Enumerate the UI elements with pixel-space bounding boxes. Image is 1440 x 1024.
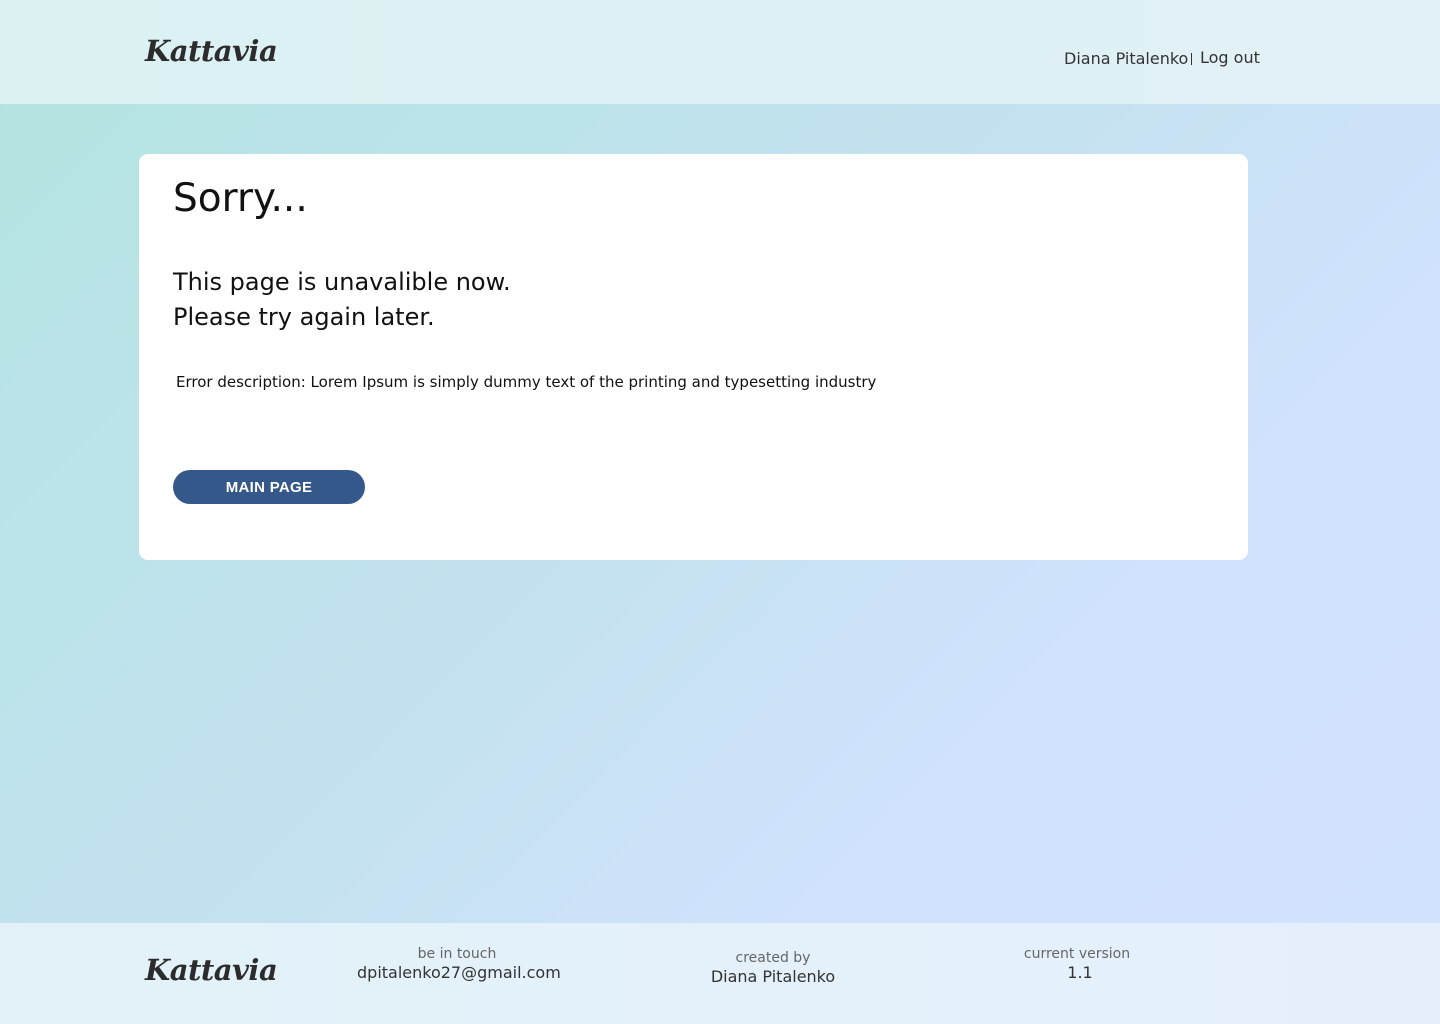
header-separator bbox=[1191, 53, 1192, 65]
footer-contact: be in touch dpitalenko27@gmail.com bbox=[357, 945, 561, 983]
error-message-line1: This page is unavalible now. bbox=[173, 268, 511, 296]
error-description: Error description: Lorem Ipsum is simply… bbox=[176, 373, 877, 391]
footer-version: current version 1.1 bbox=[977, 945, 1177, 983]
error-card: Sorry... This page is unavalible now. Pl… bbox=[139, 154, 1248, 560]
top-header: Kattavia Diana Pitalenko Log out bbox=[0, 0, 1440, 104]
created-name: Diana Pitalenko bbox=[710, 967, 836, 986]
error-message: This page is unavalible now. Please try … bbox=[173, 265, 511, 335]
footer-logo[interactable]: Kattavia bbox=[145, 953, 278, 987]
page-footer: Kattavia be in touch dpitalenko27@gmail.… bbox=[0, 923, 1440, 1024]
user-name[interactable]: Diana Pitalenko bbox=[1064, 49, 1188, 68]
version-label: current version bbox=[1023, 946, 1131, 962]
error-message-line2: Please try again later. bbox=[173, 303, 435, 331]
header-logo[interactable]: Kattavia bbox=[145, 34, 278, 68]
contact-email-link[interactable]: dpitalenko27@gmail.com bbox=[357, 963, 561, 983]
error-title: Sorry... bbox=[173, 176, 308, 221]
contact-label: be in touch bbox=[417, 946, 497, 962]
created-label: created by bbox=[735, 950, 811, 966]
footer-credits: created by Diana Pitalenko bbox=[673, 949, 873, 987]
main-page-button[interactable]: MAIN PAGE bbox=[173, 470, 365, 504]
logout-link[interactable]: Log out bbox=[1200, 48, 1260, 67]
version-value: 1.1 bbox=[1067, 963, 1093, 982]
